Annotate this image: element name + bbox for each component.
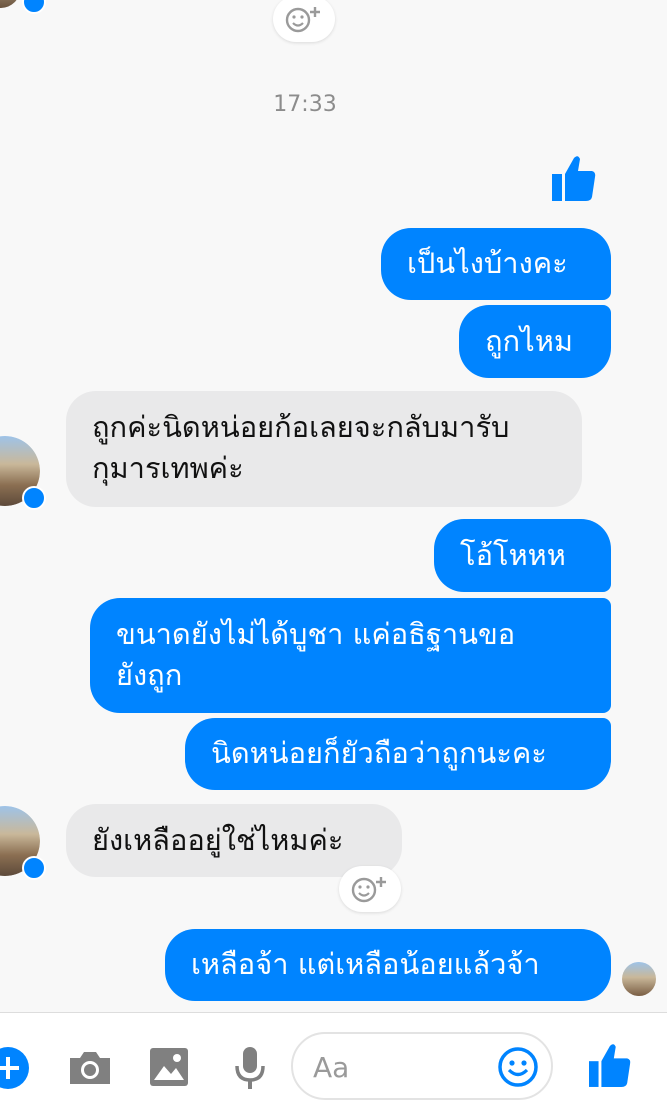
add-reaction-button[interactable] [339,866,401,912]
messenger-badge-icon [22,0,46,14]
message-timestamp: 17:33 [273,92,337,117]
thumbs-up-icon[interactable] [589,1042,631,1088]
outgoing-message[interactable]: เป็นไงบ้างคะ [381,228,611,300]
composer-bar [0,1012,667,1119]
outgoing-message[interactable]: โอ้โหหห [434,519,611,592]
incoming-message[interactable]: ถูกค่ะนิดหน่อยก้อเลยจะกลับมารับ กุมารเทพ… [66,391,582,507]
message-input-box[interactable] [291,1032,553,1100]
incoming-message[interactable]: ยังเหลืออยู่ใช่ไหมค่ะ [66,804,402,877]
add-reaction-icon [351,877,386,903]
outgoing-message[interactable]: เหลือจ้า แต่เหลือน้อยแล้วจ้า [165,929,611,1001]
messenger-badge-icon [22,486,46,510]
outgoing-message[interactable]: ขนาดยังไม่ได้บูชา แค่อธิฐานขอ ยังถูก [90,598,611,713]
microphone-icon[interactable] [234,1047,266,1089]
add-reaction-icon [285,7,320,33]
smiley-icon[interactable] [497,1046,539,1088]
message-input[interactable] [311,1046,495,1088]
add-reaction-button[interactable] [273,0,335,42]
outgoing-message[interactable]: นิดหน่อยก็ยัวถือว่าถูกนะคะ [185,718,611,790]
camera-icon[interactable] [68,1049,112,1085]
messenger-badge-icon [22,856,46,880]
read-receipt-avatar [622,962,656,996]
thumbs-up-sticker-icon[interactable] [552,154,596,202]
outgoing-message[interactable]: ถูกไหม [459,305,611,378]
plus-circle-icon[interactable] [0,1046,30,1090]
image-icon[interactable] [150,1048,188,1086]
